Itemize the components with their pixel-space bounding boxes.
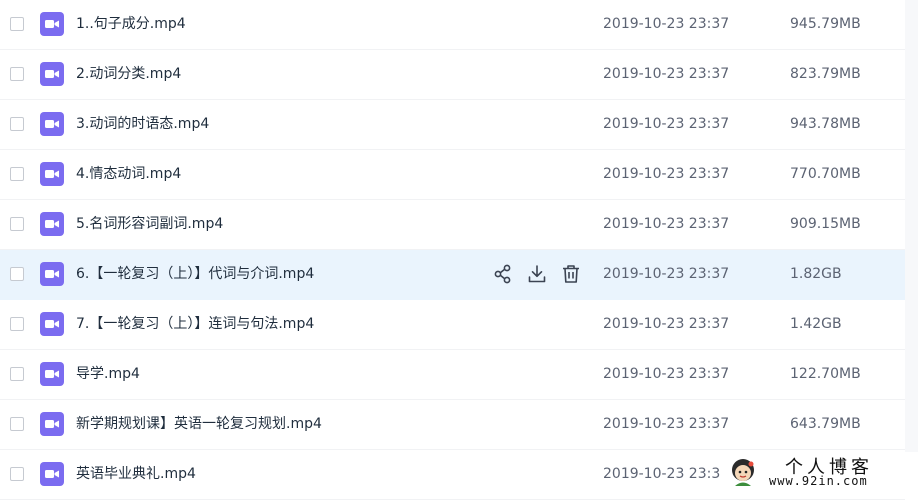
scrollbar-track[interactable] [905, 0, 918, 493]
video-file-icon [40, 112, 64, 136]
video-file-icon [40, 312, 64, 336]
file-size: 823.79MB [790, 66, 861, 82]
file-row-9[interactable]: 新学期规划课】英语一轮复习规划.mp4 2019-10-23 23:37 643… [0, 400, 905, 450]
file-size: 943.78MB [790, 116, 861, 132]
file-size: 945.79MB [790, 16, 861, 32]
file-size: 909.15MB [790, 216, 861, 232]
row-checkbox[interactable] [10, 17, 24, 31]
video-file-icon [40, 412, 64, 436]
file-size: 122.70MB [790, 366, 861, 382]
file-date: 2019-10-23 23:3 [603, 466, 721, 482]
row-checkbox[interactable] [10, 67, 24, 81]
row-checkbox[interactable] [10, 167, 24, 181]
file-date: 2019-10-23 23:37 [603, 166, 730, 182]
file-date: 2019-10-23 23:37 [603, 116, 730, 132]
file-date: 2019-10-23 23:37 [603, 216, 730, 232]
video-file-icon [40, 162, 64, 186]
file-name[interactable]: 1..句子成分.mp4 [76, 0, 186, 48]
file-date: 2019-10-23 23:37 [603, 266, 730, 282]
file-date: 2019-10-23 23:37 [603, 366, 730, 382]
file-name[interactable]: 6.【一轮复习（上）】代词与介词.mp4 [76, 250, 314, 298]
blog-watermark: 个人博客 www.92in.com [725, 452, 918, 493]
video-file-icon [40, 212, 64, 236]
file-name[interactable]: 新学期规划课】英语一轮复习规划.mp4 [76, 400, 322, 448]
video-file-icon [40, 12, 64, 36]
file-size: 770.70MB [790, 166, 861, 182]
file-row-5[interactable]: 5.名词形容词副词.mp4 2019-10-23 23:37 909.15MB [0, 200, 905, 250]
watermark-url: www.92in.com [769, 474, 868, 488]
file-date: 2019-10-23 23:37 [603, 316, 730, 332]
file-size: 643.79MB [790, 416, 861, 432]
download-icon[interactable] [526, 263, 548, 285]
file-row-3[interactable]: 3.动词的时语态.mp4 2019-10-23 23:37 943.78MB [0, 100, 905, 150]
file-row-4[interactable]: 4.情态动词.mp4 2019-10-23 23:37 770.70MB [0, 150, 905, 200]
row-checkbox[interactable] [10, 317, 24, 331]
row-checkbox[interactable] [10, 217, 24, 231]
video-file-icon [40, 262, 64, 286]
file-size: 1.82GB [790, 266, 842, 282]
file-name[interactable]: 2.动词分类.mp4 [76, 50, 181, 98]
file-name[interactable]: 3.动词的时语态.mp4 [76, 100, 209, 148]
share-icon[interactable] [492, 263, 514, 285]
delete-icon[interactable] [560, 263, 582, 285]
avatar-icon [732, 459, 754, 486]
row-checkbox[interactable] [10, 467, 24, 481]
file-date: 2019-10-23 23:37 [603, 16, 730, 32]
file-date: 2019-10-23 23:37 [603, 66, 730, 82]
video-file-icon [40, 462, 64, 486]
file-row-7[interactable]: 7.【一轮复习（上）】连词与句法.mp4 2019-10-23 23:37 1.… [0, 300, 905, 350]
file-list: 1..句子成分.mp4 2019-10-23 23:37 945.79MB 2.… [0, 0, 905, 500]
file-name[interactable]: 导学.mp4 [76, 350, 140, 398]
file-row-6[interactable]: 6.【一轮复习（上）】代词与介词.mp4 2019-10-23 23:37 1.… [0, 250, 905, 300]
file-name[interactable]: 英语毕业典礼.mp4 [76, 450, 196, 498]
file-size: 1.42GB [790, 316, 842, 332]
file-name[interactable]: 7.【一轮复习（上）】连词与句法.mp4 [76, 300, 314, 348]
row-checkbox[interactable] [10, 367, 24, 381]
file-date: 2019-10-23 23:37 [603, 416, 730, 432]
row-checkbox[interactable] [10, 117, 24, 131]
file-row-8[interactable]: 导学.mp4 2019-10-23 23:37 122.70MB [0, 350, 905, 400]
file-name[interactable]: 5.名词形容词副词.mp4 [76, 200, 223, 248]
file-row-2[interactable]: 2.动词分类.mp4 2019-10-23 23:37 823.79MB [0, 50, 905, 100]
row-checkbox[interactable] [10, 417, 24, 431]
row-actions [492, 263, 582, 285]
video-file-icon [40, 362, 64, 386]
file-row-1[interactable]: 1..句子成分.mp4 2019-10-23 23:37 945.79MB [0, 0, 905, 50]
file-name[interactable]: 4.情态动词.mp4 [76, 150, 181, 198]
video-file-icon [40, 62, 64, 86]
row-checkbox[interactable] [10, 267, 24, 281]
